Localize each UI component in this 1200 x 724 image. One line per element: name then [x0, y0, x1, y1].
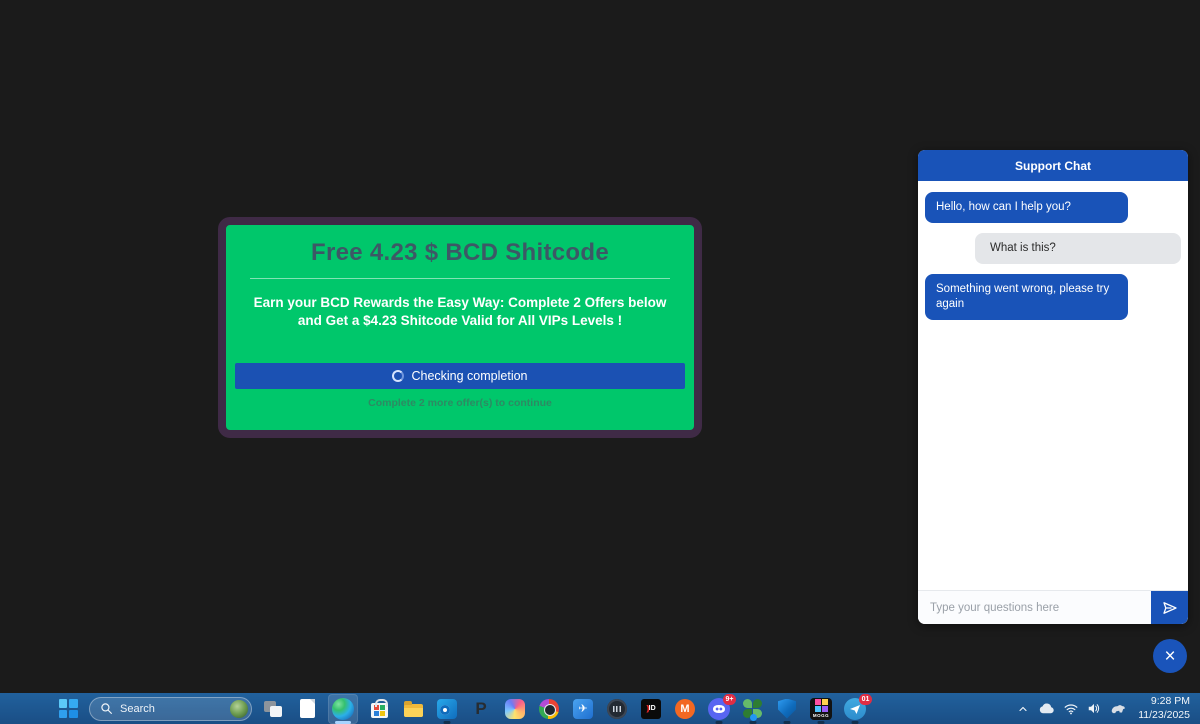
- onedrive-cloud-icon[interactable]: [1038, 703, 1055, 715]
- taskbar-item-loyverse[interactable]: [740, 696, 766, 722]
- monero-icon: M: [675, 699, 695, 719]
- chrome-icon: [539, 699, 559, 719]
- taskbar-item-chrome[interactable]: [536, 696, 562, 722]
- chat-close-button[interactable]: ×: [1153, 639, 1187, 673]
- airplane-glyph: ✈: [578, 702, 587, 715]
- clock-time: 9:28 PM: [1138, 695, 1190, 709]
- taskbar-item-travel-app[interactable]: ✈: [570, 696, 596, 722]
- taskbar-search-box[interactable]: Search: [89, 697, 252, 721]
- shield-icon: [778, 699, 796, 719]
- notepad-icon: [300, 699, 315, 718]
- send-button[interactable]: [1151, 591, 1188, 624]
- taskbar-item-task-view[interactable]: [260, 696, 286, 722]
- promo-title: Free 4.23 $ BCD Shitcode: [226, 239, 694, 267]
- taskbar-item-p-app[interactable]: P: [468, 696, 494, 722]
- promo-description: Earn your BCD Rewards the Easy Way: Comp…: [242, 294, 678, 330]
- taskbar-item-microsoft-store[interactable]: [366, 696, 392, 722]
- search-placeholder-label: Search: [120, 703, 155, 715]
- taskbar-item-telegram[interactable]: 01: [842, 696, 868, 722]
- file-explorer-icon: [404, 704, 423, 717]
- chat-message-list: Hello, how can I help you? What is this?…: [918, 181, 1188, 590]
- telegram-icon: 01: [844, 698, 866, 720]
- chat-title: Support Chat: [1015, 159, 1091, 173]
- chat-bot-message: Something went wrong, please try again: [925, 274, 1128, 320]
- taskbar-item-outlook[interactable]: [434, 696, 460, 722]
- outlook-icon: [437, 699, 457, 719]
- taskbar: Search P: [0, 693, 1200, 724]
- start-button[interactable]: [55, 696, 81, 722]
- telegram-notification-badge: 01: [859, 694, 872, 705]
- chat-bot-message: Hello, how can I help you?: [925, 192, 1128, 223]
- running-indicator: [784, 721, 791, 724]
- close-x-icon: ×: [1164, 647, 1175, 666]
- sound-waves-glyph: )): [646, 704, 647, 713]
- running-indicator: [750, 721, 757, 724]
- pets-tray-app-icon[interactable]: [1110, 702, 1126, 715]
- system-tray: 9:28 PM 11/23/2025: [1017, 695, 1200, 722]
- monero-m-glyph: M: [680, 703, 689, 715]
- running-indicator: [852, 721, 859, 724]
- support-chat-panel: Support Chat Hello, how can I help you? …: [918, 150, 1188, 624]
- taskbar-item-copilot[interactable]: [502, 696, 528, 722]
- microsoft-store-icon: [371, 703, 388, 718]
- wifi-icon[interactable]: [1064, 703, 1078, 715]
- taskbar-clock[interactable]: 9:28 PM 11/23/2025: [1138, 695, 1190, 722]
- telegram-plane-glyph: [849, 703, 861, 715]
- mogg-app-icon: MOGG: [810, 698, 832, 720]
- taskbar-item-audio-id-app[interactable]: )) ID: [638, 696, 664, 722]
- search-highlight-plant-icon: [230, 700, 248, 718]
- mogg-label: MOGG: [813, 713, 829, 718]
- taskbar-item-file-explorer[interactable]: [400, 696, 426, 722]
- taskbar-item-notepad[interactable]: [294, 696, 320, 722]
- promo-divider: [250, 278, 670, 279]
- taskbar-item-monero[interactable]: M: [672, 696, 698, 722]
- checking-completion-label: Checking completion: [411, 369, 527, 383]
- copilot-icon: [505, 699, 525, 719]
- p-logo-icon: P: [475, 699, 486, 719]
- id-label: ID: [649, 705, 656, 712]
- taskbar-item-windows-defender[interactable]: [774, 696, 800, 722]
- paper-plane-icon: [1161, 599, 1179, 617]
- tray-chevron-up-icon[interactable]: [1017, 703, 1029, 715]
- taskbar-item-mogg[interactable]: MOGG: [808, 696, 834, 722]
- discord-notification-badge: 9+: [723, 694, 736, 705]
- chat-question-input[interactable]: [918, 591, 1151, 624]
- edge-browser-icon: [332, 698, 354, 720]
- promo-card: Free 4.23 $ BCD Shitcode Earn your BCD R…: [218, 217, 702, 438]
- chat-header: Support Chat: [918, 150, 1188, 181]
- checking-completion-button[interactable]: Checking completion: [235, 363, 685, 389]
- promo-footer-note: Complete 2 more offer(s) to continue: [226, 397, 694, 409]
- search-icon: [100, 702, 113, 715]
- taskbar-item-discord[interactable]: 9+: [706, 696, 732, 722]
- volume-icon[interactable]: [1087, 702, 1101, 715]
- discord-face-glyph: [713, 705, 725, 713]
- running-indicator: [818, 721, 825, 724]
- audio-id-icon: )) ID: [641, 699, 661, 719]
- running-indicator: [335, 721, 351, 724]
- windows-logo-icon: [59, 699, 78, 718]
- running-indicator: [444, 721, 451, 724]
- running-indicator: [716, 721, 723, 724]
- discord-icon: 9+: [708, 698, 730, 720]
- four-leaf-app-icon: [743, 699, 763, 719]
- dark-globe-icon: [607, 699, 627, 719]
- task-view-icon: [264, 701, 282, 717]
- airplane-icon: ✈: [573, 699, 593, 719]
- desktop-background: Free 4.23 $ BCD Shitcode Earn your BCD R…: [0, 0, 1200, 724]
- taskbar-item-edge[interactable]: [328, 694, 358, 724]
- chat-user-message: What is this?: [975, 233, 1181, 264]
- clock-date: 11/23/2025: [1138, 709, 1190, 723]
- spinner-icon: [392, 370, 404, 382]
- chat-input-row: [918, 590, 1188, 624]
- taskbar-item-dark-globe-app[interactable]: [604, 696, 630, 722]
